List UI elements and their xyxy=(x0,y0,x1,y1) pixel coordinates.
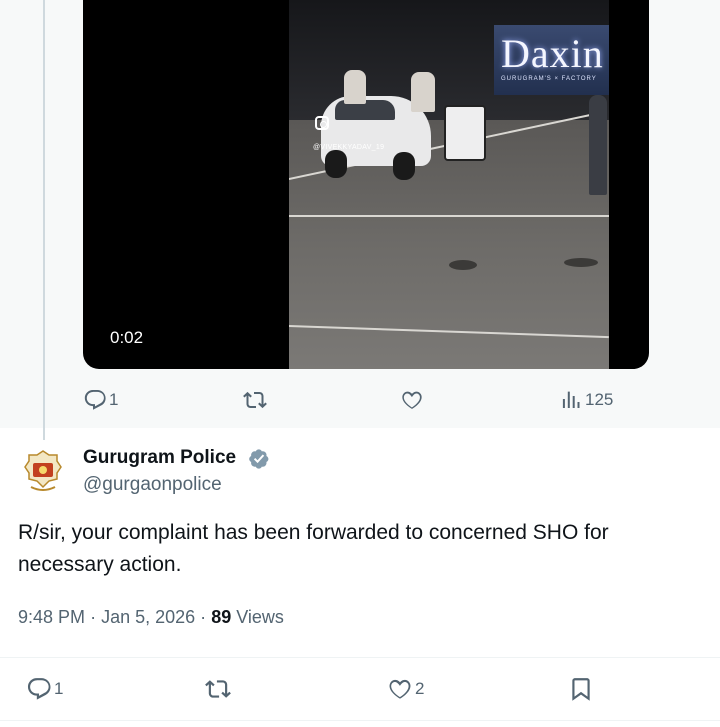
thread-connector-line xyxy=(43,0,45,440)
divider xyxy=(0,657,720,658)
views-button[interactable]: 125 xyxy=(559,388,613,412)
car-open-door xyxy=(444,105,486,161)
tweet-time[interactable]: 9:48 PM xyxy=(18,607,85,627)
avatar[interactable] xyxy=(18,446,68,496)
video-player[interactable]: Daxin GURUGRAM'S × FACTORY @VIVEKKYADAV_… xyxy=(83,0,649,369)
reply-button[interactable]: 1 xyxy=(26,676,63,702)
views-icon xyxy=(562,391,580,408)
like-button[interactable]: 2 xyxy=(387,676,424,702)
author-handle[interactable]: @gurgaonpolice xyxy=(83,474,222,496)
repost-icon xyxy=(243,391,267,409)
like-count: 2 xyxy=(415,679,425,698)
views-count: 89 xyxy=(211,607,232,627)
reply-icon xyxy=(27,678,51,700)
bookmark-button[interactable] xyxy=(568,676,594,702)
sign-brand-text: Daxin xyxy=(501,31,604,76)
meta-separator: · xyxy=(200,607,207,627)
reply-count: 1 xyxy=(109,390,119,409)
like-button[interactable] xyxy=(400,388,426,412)
reply-icon xyxy=(84,390,106,410)
video-timestamp: 0:02 xyxy=(110,328,144,347)
repost-button[interactable] xyxy=(243,388,269,412)
reply-button[interactable]: 1 xyxy=(83,388,118,412)
instagram-icon xyxy=(315,116,329,130)
tweet-meta: 9:48 PM · Jan 5, 2026 · 89 Views xyxy=(18,607,284,628)
repost-button[interactable] xyxy=(205,676,233,702)
views-label: Views xyxy=(236,607,284,627)
divider xyxy=(0,720,720,721)
like-icon xyxy=(402,391,422,409)
meta-separator: · xyxy=(90,607,97,627)
watermark-handle: @VIVEKKYADAV_19 xyxy=(313,144,385,151)
tweet-text: R/sir, your complaint has been forwarded… xyxy=(18,521,609,576)
sign-subtext: GURUGRAM'S × FACTORY xyxy=(501,76,597,82)
video-frame: Daxin GURUGRAM'S × FACTORY @VIVEKKYADAV_… xyxy=(289,0,609,369)
repost-icon xyxy=(205,680,231,698)
reply-count: 1 xyxy=(54,679,64,698)
like-icon xyxy=(389,679,411,699)
verified-badge-icon xyxy=(249,449,269,469)
bookmark-icon xyxy=(572,678,590,701)
views-count: 125 xyxy=(585,390,614,409)
police-emblem-icon xyxy=(24,450,62,491)
author-name[interactable]: Gurugram Police xyxy=(83,447,236,469)
tweet-date[interactable]: Jan 5, 2026 xyxy=(101,607,195,627)
